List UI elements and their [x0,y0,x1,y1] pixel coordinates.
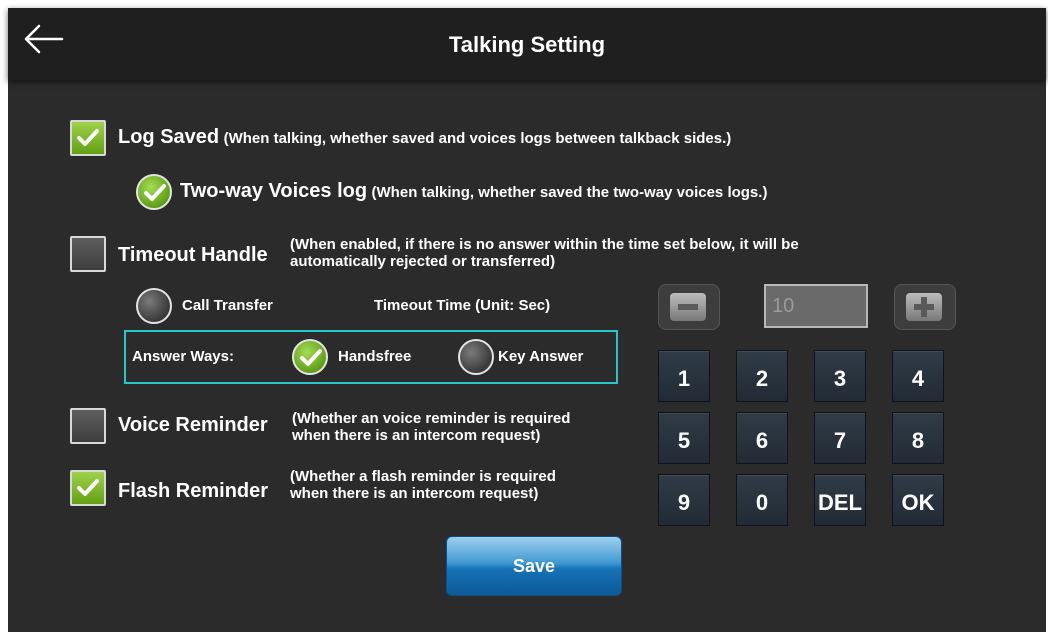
timeout-time-input[interactable]: 10 [764,284,868,328]
log-saved-checkbox[interactable] [70,120,106,156]
timeout-handle-desc-line2: automatically rejected or transferred) [290,253,556,270]
keypad-key-0[interactable]: 0 [736,474,788,526]
check-icon [144,184,166,201]
answer-ways-label: Answer Ways: [132,348,234,365]
timeout-handle-checkbox[interactable] [70,236,106,272]
keypad-key-1[interactable]: 1 [658,350,710,402]
save-button[interactable]: Save [446,536,622,596]
keypad-key-3[interactable]: 3 [814,350,866,402]
two-way-voices-log-toggle[interactable] [136,174,172,210]
page-title: Talking Setting [448,32,606,57]
keypad-key-7[interactable]: 7 [814,412,866,464]
timeout-handle-desc: (When enabled, if there is no answer wit… [290,236,799,270]
call-transfer-radio[interactable] [136,288,172,324]
log-saved-desc: (When talking, whether saved and voices … [223,130,732,147]
keypad-key-6[interactable]: 6 [736,412,788,464]
increase-button[interactable] [894,284,956,330]
key-answer-label: Key Answer [498,348,584,365]
log-saved-row: Log Saved (When talking, whether saved a… [118,126,731,149]
flash-reminder-checkbox[interactable] [70,470,106,506]
voice-reminder-checkbox[interactable] [70,408,106,444]
plus-icon [906,293,942,321]
check-icon [77,479,99,496]
minus-icon [670,293,706,321]
keypad-key-4[interactable]: 4 [892,350,944,402]
handsfree-label: Handsfree [338,348,412,365]
flash-reminder-desc: (Whether a flash reminder is required wh… [290,468,556,502]
flash-reminder-label: Flash Reminder [118,480,269,502]
two-way-voices-log-desc: (When talking, whether saved the two-way… [371,184,768,201]
key-answer-radio[interactable] [458,339,494,375]
keypad-key-del[interactable]: DEL [814,474,866,526]
handsfree-radio[interactable] [292,339,328,375]
voice-reminder-label: Voice Reminder [118,414,268,436]
screen: Talking Setting Log Saved (When talking,… [8,8,1046,632]
voice-reminder-desc-line2: when there is an intercom request) [292,427,541,444]
check-icon [300,349,322,366]
answer-ways-group: Answer Ways: Handsfree Key Answer [124,330,618,384]
flash-reminder-desc-line1: (Whether a flash reminder is required [290,468,556,485]
two-way-voices-log-row: Two-way Voices log (When talking, whethe… [180,180,767,203]
decrease-button[interactable] [658,284,720,330]
log-saved-label: Log Saved [118,126,220,148]
keypad-key-9[interactable]: 9 [658,474,710,526]
two-way-voices-log-label: Two-way Voices log [180,180,368,202]
voice-reminder-desc-line1: (Whether an voice reminder is required [292,410,571,427]
keypad-key-5[interactable]: 5 [658,412,710,464]
timeout-handle-desc-line1: (When enabled, if there is no answer wit… [290,236,799,253]
timeout-time-label: Timeout Time (Unit: Sec) [374,297,551,314]
timeout-handle-label: Timeout Handle [118,244,268,266]
keypad-key-8[interactable]: 8 [892,412,944,464]
keypad-key-ok[interactable]: OK [892,474,944,526]
check-icon [77,129,99,146]
header-bar: Talking Setting [8,8,1046,80]
voice-reminder-desc: (Whether an voice reminder is required w… [292,410,570,444]
keypad-key-2[interactable]: 2 [736,350,788,402]
call-transfer-label: Call Transfer [182,297,273,314]
flash-reminder-desc-line2: when there is an intercom request) [290,485,539,502]
